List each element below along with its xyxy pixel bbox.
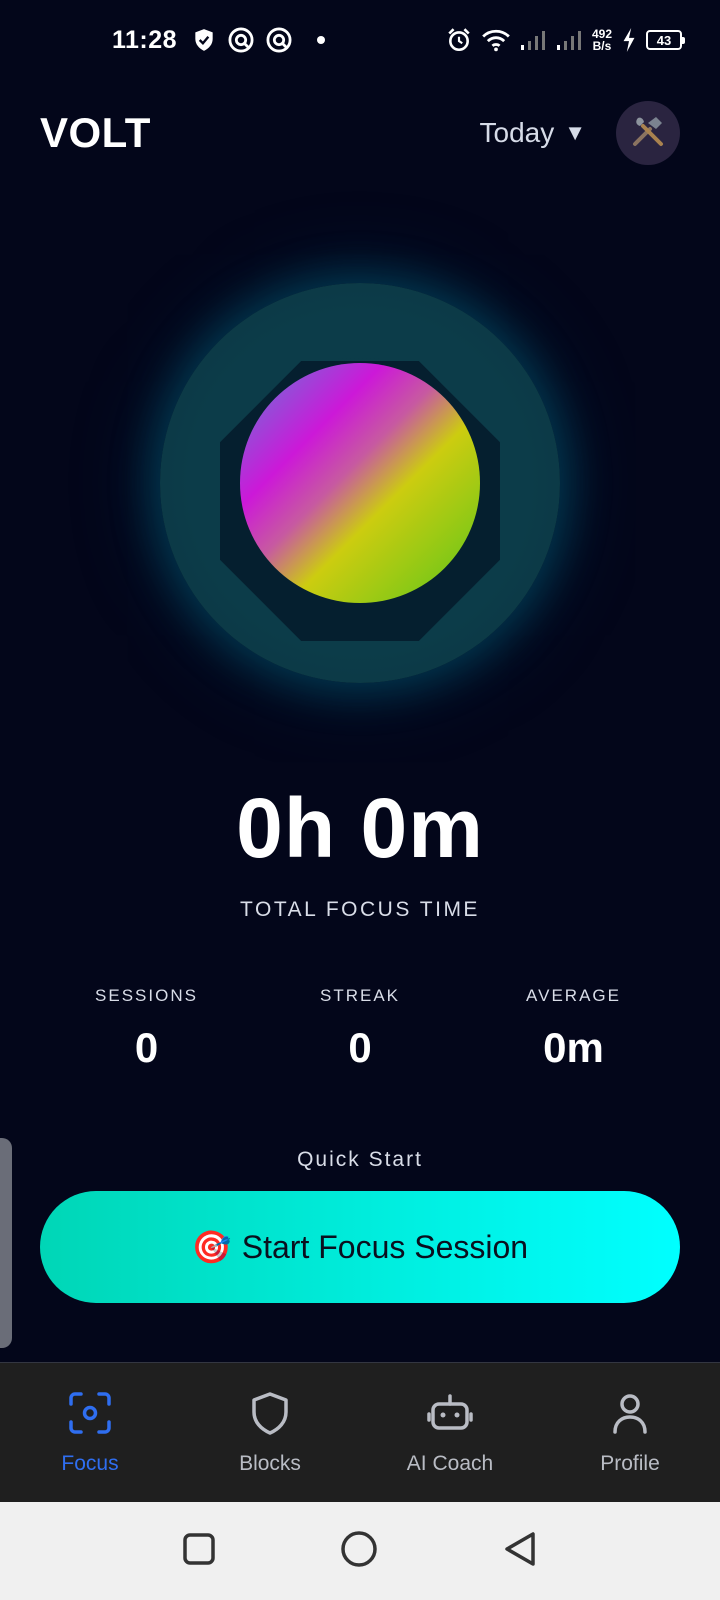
nav-item-ai-coach[interactable]: AI Coach: [360, 1390, 540, 1476]
tools-button[interactable]: [616, 101, 680, 165]
stat-value: 0: [134, 1024, 159, 1071]
caret-down-icon: ▼: [564, 120, 586, 145]
header-actions: Today ▼: [480, 101, 680, 165]
period-label: Today: [479, 117, 555, 148]
recents-button[interactable]: [182, 1532, 216, 1571]
nav-item-profile[interactable]: Profile: [540, 1390, 720, 1476]
battery-icon: 43: [646, 30, 685, 50]
alarm-icon: [446, 27, 472, 53]
net-speed: 492 B/s: [592, 28, 612, 52]
nav-label: Profile: [600, 1451, 660, 1475]
stat-value: 0: [348, 1024, 372, 1071]
stat-label: AVERAGE: [526, 986, 621, 1005]
bottom-nav: Focus Blocks AI Coach Profile: [0, 1362, 720, 1502]
quick-start-label: Quick Start: [297, 1148, 423, 1171]
focus-scan-icon: [67, 1390, 113, 1442]
nav-label: AI Coach: [406, 1451, 494, 1475]
square-icon: [182, 1532, 216, 1571]
start-focus-session-button[interactable]: 🎯 Start Focus Session: [40, 1191, 680, 1303]
stat-average: AVERAGE 0m: [467, 986, 680, 1072]
net-speed-unit: B/s: [592, 39, 612, 53]
stat-label: STREAK: [319, 986, 401, 1005]
charging-icon: [622, 28, 636, 52]
period-select[interactable]: Today ▼: [480, 117, 587, 149]
wifi-icon: [482, 28, 510, 52]
stat-label: SESSIONS: [95, 986, 198, 1005]
person-icon: [607, 1390, 653, 1442]
stat-value: 0m: [543, 1024, 604, 1071]
stats-row: SESSIONS 0 STREAK 0 AVERAGE 0m: [40, 986, 680, 1072]
triangle-back-icon: [502, 1530, 538, 1573]
signal-icon: [520, 29, 546, 51]
app-title: VOLT: [40, 109, 151, 156]
circle-icon: [340, 1530, 378, 1573]
tools-icon: [630, 113, 666, 154]
start-focus-session-label: Start Focus Session: [241, 1228, 529, 1265]
nav-label: Blocks: [239, 1451, 301, 1475]
vpn-icon: [227, 26, 255, 54]
back-button[interactable]: [502, 1530, 538, 1573]
system-nav-bar: [0, 1502, 720, 1600]
signal-icon: [556, 29, 582, 51]
shield-icon: [247, 1390, 293, 1442]
stat-sessions: SESSIONS 0: [40, 986, 253, 1072]
total-focus-time: 0h 0m: [236, 781, 484, 875]
home-button[interactable]: [340, 1530, 378, 1573]
dot-icon: [317, 36, 326, 44]
nav-item-focus[interactable]: Focus: [0, 1390, 180, 1476]
orb-sphere: [240, 363, 480, 603]
total-focus-label: TOTAL FOCUS TIME: [240, 898, 480, 921]
vpn-icon: [265, 26, 293, 54]
target-icon: 🎯: [191, 1229, 232, 1265]
robot-icon: [427, 1390, 473, 1442]
status-left: 11:28: [112, 25, 326, 55]
status-bar: 11:28 492 B/s 43: [0, 0, 720, 80]
app-header: VOLT Today ▼: [40, 96, 680, 170]
status-time: 11:28: [112, 25, 178, 54]
stat-streak: STREAK 0: [254, 986, 467, 1072]
focus-orb: [160, 283, 560, 683]
status-right: 492 B/s 43: [446, 27, 685, 53]
shield-check-icon: [191, 27, 217, 53]
nav-label: Focus: [61, 1451, 119, 1475]
nav-item-blocks[interactable]: Blocks: [180, 1390, 360, 1476]
